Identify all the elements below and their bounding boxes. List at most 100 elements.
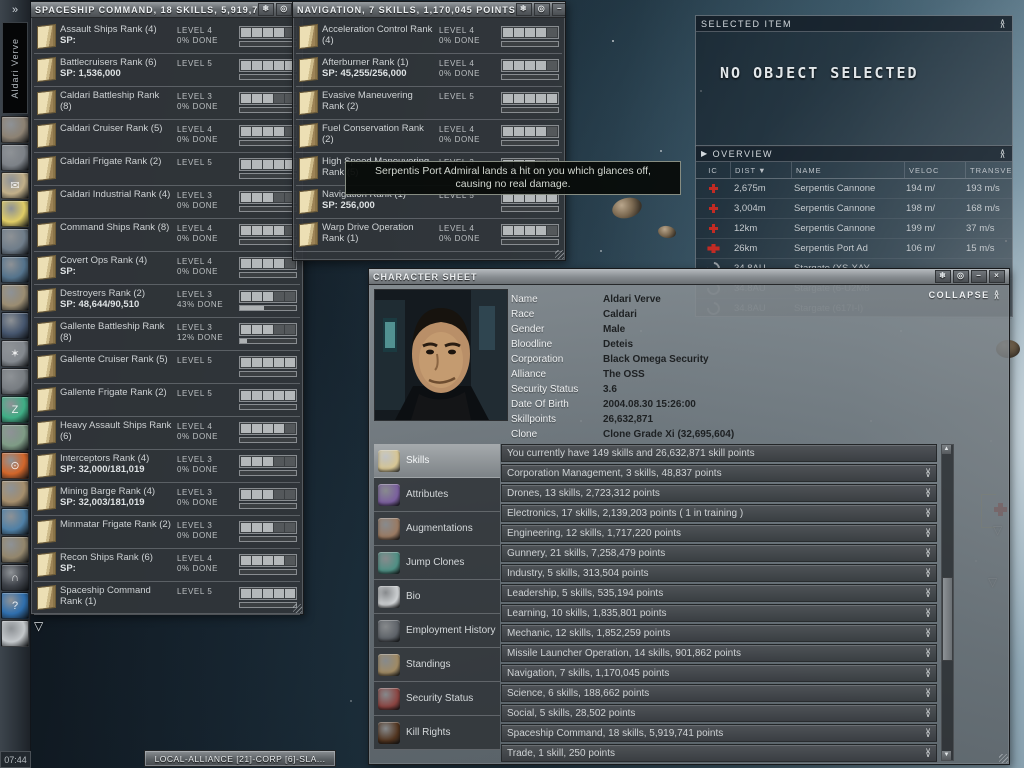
skill-row[interactable]: Assault Ships Rank (4) SP: LEVEL 4 0% DONE [34, 21, 300, 54]
browser-globe-icon[interactable] [1, 508, 29, 535]
skill-group-row[interactable]: Social, 5 skills, 28,502 points ∨ ∨ [501, 704, 937, 722]
skill-row[interactable]: Recon Ships Rank (6) SP: LEVEL 4 0% DONE [34, 549, 300, 582]
expand-double-chevron-icon[interactable]: ∨ ∨ [925, 587, 931, 599]
tab-kill-rights[interactable]: Kill Rights [374, 716, 500, 750]
news-icon[interactable] [1, 284, 29, 311]
skill-group-row[interactable]: Corporation Management, 3 skills, 48,837… [501, 464, 937, 482]
expand-double-chevron-icon[interactable]: ∨ ∨ [925, 507, 931, 519]
map-icon[interactable] [1, 228, 29, 255]
skill-row[interactable]: Warp Drive Operation Rank (1) LEVEL 4 0% D… [296, 219, 562, 252]
science-icon[interactable]: Z [1, 396, 29, 423]
overview-column-header[interactable]: NAME [791, 162, 904, 178]
neocom-nameplate[interactable]: Aldari Verve [2, 22, 28, 114]
expand-double-chevron-icon[interactable]: ∨ ∨ [925, 487, 931, 499]
expand-double-chevron-icon[interactable]: ∨ ∨ [925, 667, 931, 679]
overview-column-header[interactable]: IC [696, 162, 730, 178]
asteroid[interactable] [609, 194, 645, 222]
notepad-icon[interactable] [1, 200, 29, 227]
tab-security-status[interactable]: Security Status [374, 682, 500, 716]
collapse-chevron-icon[interactable]: ∧ ∧ [1000, 147, 1007, 159]
chat-icon[interactable] [1, 480, 29, 507]
resize-grip[interactable] [293, 604, 302, 613]
tab-jump-clones[interactable]: Jump Clones [374, 546, 500, 580]
tab-augmentations[interactable]: Augmentations [374, 512, 500, 546]
neocom-clock[interactable]: 07:44 [0, 751, 31, 768]
skill-group-row[interactable]: Science, 6 skills, 188,662 points ∨ ∨ [501, 684, 937, 702]
skill-row[interactable]: Evasive Maneuvering Rank (2) LEVEL 5 [296, 87, 562, 120]
expand-double-chevron-icon[interactable]: ∨ ∨ [925, 707, 931, 719]
selected-item-header[interactable]: SELECTED ITEM ∧ ∧ [696, 16, 1012, 32]
expand-double-chevron-icon[interactable]: ∨ ∨ [925, 527, 931, 539]
skill-row[interactable]: Fuel Conservation Rank (2) LEVEL 4 0% DONE [296, 120, 562, 153]
skill-row[interactable]: Interceptors Rank (4) SP: 32,000/181,019 L… [34, 450, 300, 483]
overview-row[interactable]: 26km Serpentis Port Ad 106 m/15 m/s [696, 239, 1012, 259]
expand-double-chevron-icon[interactable]: ∨ ∨ [925, 687, 931, 699]
scrollbar-thumb[interactable] [942, 577, 953, 662]
navigation-titlebar[interactable]: NAVIGATION, 7 SKILLS, 1,170,045 POINTS ❄… [293, 2, 565, 18]
overview-row[interactable]: 2,675m Serpentis Cannone 194 m/193 m/s [696, 179, 1012, 199]
fleet-icon[interactable] [1, 312, 29, 339]
audio-icon[interactable]: ∩ [1, 564, 29, 591]
pin-icon[interactable]: ❄ [258, 3, 275, 16]
standings-stars-icon[interactable]: ✶ [1, 340, 29, 367]
skill-row[interactable]: Caldari Frigate Rank (2) LEVEL 5 [34, 153, 300, 186]
skill-row[interactable]: Caldari Industrial Rank (4) LEVEL 3 0% DON… [34, 186, 300, 219]
expand-double-chevron-icon[interactable]: ∨ ∨ [925, 647, 931, 659]
skill-row[interactable]: Acceleration Control Rank (4) LEVEL 4 0% D… [296, 21, 562, 54]
skill-row[interactable]: Afterburner Rank (1) SP: 45,255/256,000 LE… [296, 54, 562, 87]
neocom-expand-button[interactable]: » [0, 0, 30, 20]
info-icon[interactable]: ? [1, 592, 29, 619]
expand-double-chevron-icon[interactable]: ∨ ∨ [925, 627, 931, 639]
avatar-mask-icon[interactable] [1, 620, 29, 647]
tab-skills[interactable]: Skills [374, 444, 500, 478]
skill-group-row[interactable]: Gunnery, 21 skills, 7,258,479 points ∨ ∨ [501, 544, 937, 562]
overview-row[interactable]: 12km Serpentis Cannone 199 m/37 m/s [696, 219, 1012, 239]
wallet-icon[interactable] [1, 424, 29, 451]
journal-icon[interactable] [1, 536, 29, 563]
skill-row[interactable]: Battlecruisers Rank (6) SP: 1,536,000 LEVE… [34, 54, 300, 87]
local-chat-taskbar-button[interactable]: LOCAL-ALLIANCE [21]-CORP [6]-SLA... [144, 750, 336, 767]
character-icon[interactable] [1, 116, 29, 143]
skill-row[interactable]: Caldari Cruiser Rank (5) LEVEL 4 0% DONE [34, 120, 300, 153]
skill-group-row[interactable]: Engineering, 12 skills, 1,717,220 points… [501, 524, 937, 542]
skill-group-row[interactable]: Mechanic, 12 skills, 1,852,259 points ∨ ∨ [501, 624, 937, 642]
spaceship-command-titlebar[interactable]: SPACESHIP COMMAND, 18 SKILLS, 5,919,7 ❄ … [31, 2, 303, 18]
skill-row[interactable]: Spaceship Command Rank (1) LEVEL 5 [34, 582, 300, 615]
skill-row[interactable]: Gallente Cruiser Rank (5) LEVEL 5 [34, 351, 300, 384]
skill-row[interactable]: Minmatar Frigate Rank (2) LEVEL 3 0% DONE [34, 516, 300, 549]
overview-column-header[interactable]: TRANSVERSAL V [965, 162, 1012, 178]
collapse-chevron-icon[interactable]: ∧ ∧ [1000, 17, 1007, 29]
skill-group-row[interactable]: Missile Launcher Operation, 14 skills, 9… [501, 644, 937, 662]
expander-triangle-icon[interactable]: ▶ [701, 149, 709, 158]
skill-group-row[interactable]: Drones, 13 skills, 2,723,312 points ∨ ∨ [501, 484, 937, 502]
help-icon[interactable]: ⊙ [1, 452, 29, 479]
skill-row[interactable]: Gallente Frigate Rank (2) LEVEL 5 [34, 384, 300, 417]
expand-double-chevron-icon[interactable]: ∨ ∨ [925, 747, 931, 759]
skill-row[interactable]: Command Ships Rank (8) LEVEL 4 0% DONE [34, 219, 300, 252]
resize-grip[interactable] [555, 250, 564, 259]
overview-column-header[interactable]: VELOC [904, 162, 965, 178]
skill-row[interactable]: Mining Barge Rank (4) SP: 32,003/181,019 L… [34, 483, 300, 516]
skill-group-row[interactable]: Learning, 10 skills, 1,835,801 points ∨ ∨ [501, 604, 937, 622]
skill-row[interactable]: Heavy Assault Ships Rank (6) LEVEL 4 0% DO… [34, 417, 300, 450]
skill-row[interactable]: Covert Ops Rank (4) SP: LEVEL 4 0% DONE [34, 252, 300, 285]
asteroid[interactable] [657, 224, 677, 240]
skill-group-row[interactable]: Navigation, 7 skills, 1,170,045 points ∨ ∨ [501, 664, 937, 682]
skill-group-row[interactable]: Spaceship Command, 18 skills, 5,919,741 … [501, 724, 937, 742]
minimize-icon[interactable]: − [551, 3, 565, 16]
tab-bio[interactable]: Bio [374, 580, 500, 614]
skill-row[interactable]: Destroyers Rank (2) SP: 48,644/90,510 LEVE… [34, 285, 300, 318]
expand-double-chevron-icon[interactable]: ∨ ∨ [925, 547, 931, 559]
overview-row[interactable]: 3,004m Serpentis Cannone 198 m/168 m/s [696, 199, 1012, 219]
mail-icon[interactable]: ✉ [1, 172, 29, 199]
close-icon[interactable]: × [989, 270, 1005, 283]
resize-grip[interactable] [999, 754, 1008, 763]
opacity-icon[interactable]: ◎ [533, 3, 550, 16]
skill-group-row[interactable]: Electronics, 17 skills, 2,139,203 points… [501, 504, 937, 522]
tab-attributes[interactable]: Attributes [374, 478, 500, 512]
minimize-icon[interactable]: − [971, 270, 987, 283]
character-portrait[interactable] [374, 289, 508, 421]
assets-safe-icon[interactable] [1, 368, 29, 395]
channels-icon[interactable] [1, 256, 29, 283]
opacity-icon[interactable]: ◎ [953, 270, 969, 283]
